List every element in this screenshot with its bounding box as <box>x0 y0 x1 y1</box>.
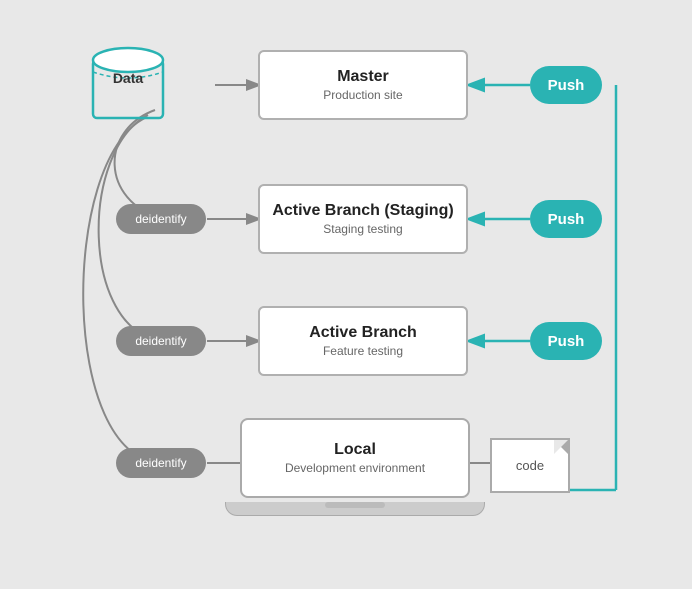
push-staging-button[interactable]: Push <box>530 200 602 238</box>
deidentify-local-button[interactable]: deidentify <box>116 448 206 478</box>
local-node: Local Development environment <box>240 418 485 516</box>
staging-node: Active Branch (Staging) Staging testing <box>258 184 468 254</box>
feature-subtitle: Feature testing <box>323 344 403 358</box>
deidentify-feature-button[interactable]: deidentify <box>116 326 206 356</box>
push-feature-label: Push <box>548 333 585 350</box>
push-staging-label: Push <box>548 211 585 228</box>
code-label: code <box>516 458 544 473</box>
master-subtitle: Production site <box>323 88 402 102</box>
data-label: Data <box>88 70 168 86</box>
push-master-label: Push <box>548 77 585 94</box>
staging-title: Active Branch (Staging) <box>272 202 453 220</box>
master-node: Master Production site <box>258 50 468 120</box>
deidentify-staging-label: deidentify <box>135 212 186 226</box>
code-box: code <box>490 438 570 493</box>
data-cylinder: Data <box>88 42 168 132</box>
feature-node: Active Branch Feature testing <box>258 306 468 376</box>
master-title: Master <box>337 68 389 86</box>
deidentify-local-label: deidentify <box>135 456 186 470</box>
staging-subtitle: Staging testing <box>323 222 402 236</box>
local-title: Local <box>334 441 376 459</box>
push-feature-button[interactable]: Push <box>530 322 602 360</box>
deidentify-feature-label: deidentify <box>135 334 186 348</box>
deidentify-staging-button[interactable]: deidentify <box>116 204 206 234</box>
push-master-button[interactable]: Push <box>530 66 602 104</box>
feature-title: Active Branch <box>309 324 417 342</box>
local-subtitle: Development environment <box>285 461 425 475</box>
